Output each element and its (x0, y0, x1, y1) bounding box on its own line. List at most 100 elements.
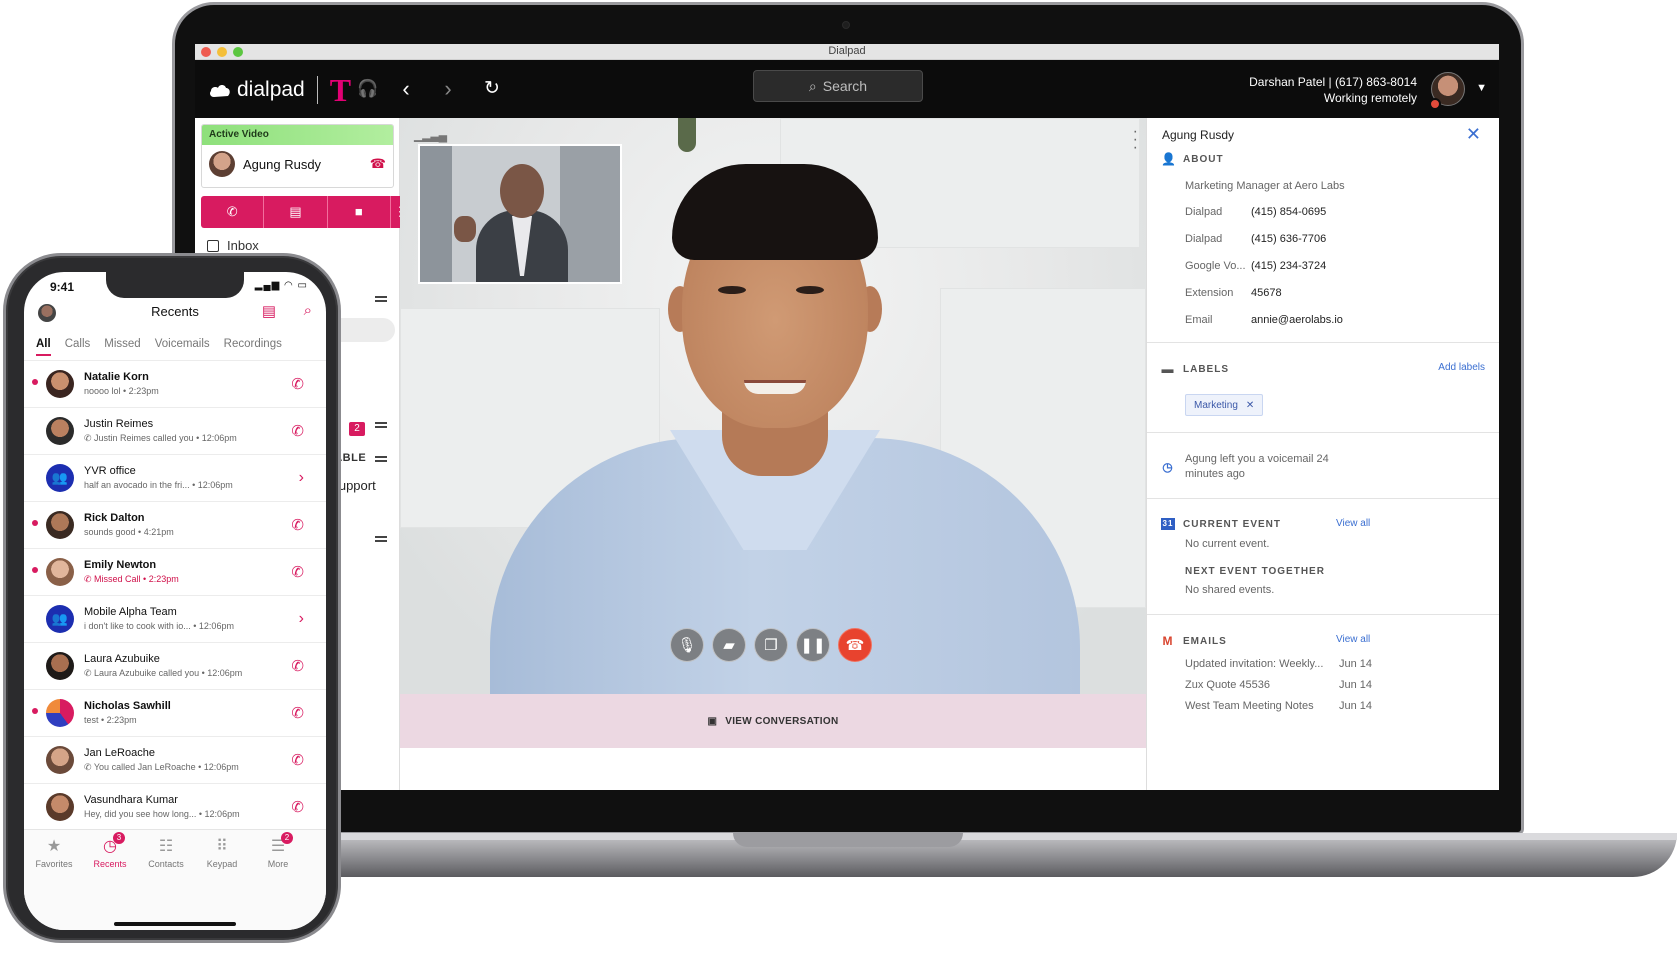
email-subject[interactable]: Updated invitation: Weekly... (1185, 658, 1323, 670)
chevron-down-icon[interactable]: ▼ (1476, 82, 1487, 94)
label-chip[interactable]: Marketing ✕ (1185, 394, 1264, 416)
tab-calls[interactable]: Calls (65, 338, 91, 356)
menu-icon: ☰ (270, 838, 286, 855)
phone-icon[interactable]: ✆ (291, 657, 304, 675)
search-input[interactable]: ⌕ Search (753, 70, 923, 102)
home-indicator[interactable] (114, 922, 236, 926)
detail-key: Email (1185, 314, 1213, 326)
app-header: dialpad T 🎧 ‹ › ↻ ⌕ Search Darshan Patel… (195, 60, 1499, 118)
remove-label-icon[interactable]: ✕ (1246, 400, 1254, 411)
tab-favorites[interactable]: ★ Favorites (24, 836, 84, 869)
tab-contacts[interactable]: ☷ Contacts (136, 836, 196, 869)
self-view-video[interactable] (418, 144, 622, 284)
view-conversation-button[interactable]: ▣ VIEW CONVERSATION (400, 694, 1146, 748)
chevron-right-icon[interactable]: › (299, 469, 304, 487)
list-item[interactable]: 👥 YVR office half an avocado in the fri.… (24, 454, 326, 501)
calendar-icon: 31 (1161, 518, 1175, 530)
screen-share-icon[interactable]: ❐ (754, 628, 788, 662)
laptop-camera (842, 21, 850, 29)
tab-missed[interactable]: Missed (104, 338, 140, 356)
pause-icon[interactable]: ❚❚ (796, 628, 830, 662)
list-item[interactable]: Justin Reimes ✆ Justin Reimes called you… (24, 407, 326, 454)
refresh-icon[interactable]: ↻ (479, 76, 505, 102)
list-item[interactable]: Laura Azubuike ✆ Laura Azubuike called y… (24, 642, 326, 689)
list-item[interactable]: Rick Dalton sounds good • 4:21pm ✆ (24, 501, 326, 548)
phone-icon[interactable]: ✆ (291, 375, 304, 393)
status-badge (1429, 98, 1441, 110)
list-item[interactable]: Nicholas Sawhill test • 2:23pm ✆ (24, 689, 326, 736)
active-video-card[interactable]: Active Video Agung Rusdy ☎ (201, 124, 394, 188)
phone-frame: 9:41 ▂▄▆ ◠ ▭ Recents ▤ ⌕ All Calls Misse… (3, 253, 341, 943)
video-off-icon[interactable]: ▰ (712, 628, 746, 662)
phone-icon[interactable]: ✆ (291, 751, 304, 769)
next-event-value: No shared events. (1185, 584, 1275, 596)
tab-recents[interactable]: ◷ 3 Recents (80, 832, 140, 869)
chevron-right-icon[interactable]: › (299, 610, 304, 628)
view-all-emails-link[interactable]: View all (1336, 634, 1370, 645)
collapse-icon[interactable] (375, 296, 387, 298)
message-icon[interactable]: ▤ (262, 302, 276, 320)
detail-value[interactable]: (415) 234-3724 (1251, 260, 1326, 272)
detail-value[interactable]: (415) 636-7706 (1251, 233, 1326, 245)
tab-voicemails[interactable]: Voicemails (155, 338, 210, 356)
avatar (46, 793, 74, 821)
avatar (46, 511, 74, 539)
add-labels-link[interactable]: Add labels (1438, 362, 1485, 373)
user-name: Darshan Patel | (617) 863-8014 (1249, 75, 1417, 89)
next-event-header: NEXT EVENT TOGETHER (1185, 566, 1325, 577)
forward-arrow-icon[interactable]: › (435, 76, 461, 102)
list-item[interactable]: Natalie Korn noooo lol • 2:23pm ✆ (24, 360, 326, 407)
close-icon[interactable]: ✕ (1466, 124, 1481, 145)
tab-all[interactable]: All (36, 338, 51, 356)
detail-value[interactable]: (415) 854-0695 (1251, 206, 1326, 218)
last-activity: i don't like to cook with io... • 12:06p… (84, 621, 234, 631)
phone-icon[interactable]: ✆ (291, 798, 304, 816)
divider (1147, 614, 1499, 615)
tab-recordings[interactable]: Recordings (224, 338, 282, 356)
person-icon: 👤 (1161, 152, 1177, 166)
phone-icon[interactable]: ✆ (291, 563, 304, 581)
list-item[interactable]: Jan LeRoache ✆ You called Jan LeRoache •… (24, 736, 326, 783)
phone-icon[interactable]: ✆ (291, 704, 304, 722)
more-vertical-icon[interactable]: · · · (1133, 124, 1138, 156)
contact-name: Jan LeRoache (84, 747, 155, 759)
list-item[interactable]: Vasundhara Kumar Hey, did you see how lo… (24, 783, 326, 830)
back-arrow-icon[interactable]: ‹ (393, 76, 419, 102)
remote-participant-smile (744, 380, 806, 394)
view-all-events-link[interactable]: View all (1336, 518, 1370, 529)
mute-icon[interactable]: 🎙 (670, 628, 704, 662)
label-chip-text: Marketing (1194, 399, 1238, 411)
list-item[interactable]: 👥 Mobile Alpha Team i don't like to cook… (24, 595, 326, 642)
end-call-icon[interactable]: ☎ (838, 628, 872, 662)
video-icon[interactable]: ■ (328, 196, 391, 228)
divider (1147, 342, 1499, 343)
email-subject[interactable]: West Team Meeting Notes (1185, 700, 1314, 712)
collapse-icon[interactable] (375, 422, 387, 424)
remote-video-feed[interactable]: ▁▂▃▄ · · · 🎙 ▰ ❐ ❚❚ ☎ (400, 118, 1146, 694)
list-item[interactable]: Emily Newton ✆ Missed Call • 2:23pm ✆ (24, 548, 326, 595)
collapse-icon[interactable] (375, 536, 387, 538)
collapse-icon[interactable] (375, 456, 387, 458)
sidebar-item-inbox[interactable]: Inbox (207, 238, 259, 253)
search-icon[interactable]: ⌕ (304, 302, 312, 319)
quick-action-bar: ✆ ▤ ■ ⋮ (201, 196, 409, 228)
tag-icon: ▬ (1161, 362, 1175, 376)
keypad-icon: ⠿ (216, 838, 228, 855)
voicemail-note[interactable]: Agung left you a voicemail 24 minutes ag… (1185, 452, 1355, 482)
contact-name: Laura Azubuike (84, 653, 160, 665)
phone-icon[interactable]: ✆ (201, 196, 265, 228)
phone-icon[interactable]: ✆ (291, 422, 304, 440)
detail-key: Google Vo... (1185, 260, 1246, 272)
detail-key: Dialpad (1185, 233, 1223, 245)
hang-up-icon[interactable]: ☎ (370, 156, 386, 172)
tab-keypad[interactable]: ⠿ Keypad (192, 836, 252, 869)
email-subject[interactable]: Zux Quote 45536 (1185, 679, 1270, 691)
phone-icon[interactable]: ✆ (291, 516, 304, 534)
tab-more[interactable]: ☰ 2 More (248, 832, 308, 869)
headset-icon[interactable]: 🎧 (355, 76, 381, 102)
detail-value[interactable]: 45678 (1251, 287, 1282, 299)
detail-value[interactable]: annie@aerolabs.io (1251, 314, 1343, 326)
carrier-logo: T (329, 72, 352, 108)
message-icon[interactable]: ▤ (264, 196, 328, 228)
user-info[interactable]: Darshan Patel | (617) 863-8014 Working r… (1249, 74, 1417, 106)
